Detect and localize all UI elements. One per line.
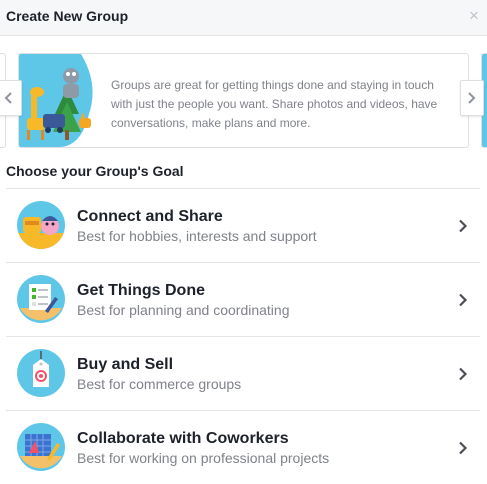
goal-option-buy-and-sell[interactable]: Buy and Sell Best for commerce groups bbox=[6, 336, 480, 410]
goal-description: Best for commerce groups bbox=[77, 376, 242, 392]
carousel-prev-button[interactable] bbox=[0, 80, 22, 116]
chevron-right-icon bbox=[459, 441, 468, 455]
goal-title: Get Things Done bbox=[77, 282, 205, 299]
goal-title: Collaborate with Coworkers bbox=[77, 430, 289, 447]
blueprint-icon bbox=[17, 423, 65, 471]
goal-option-get-things-done[interactable]: Get Things Done Best for planning and co… bbox=[6, 262, 480, 336]
goal-option-connect-and-share[interactable]: Connect and Share Best for hobbies, inte… bbox=[6, 188, 480, 262]
chevron-right-icon bbox=[459, 219, 468, 233]
carousel-next-button[interactable] bbox=[460, 80, 484, 116]
goal-title: Buy and Sell bbox=[77, 356, 174, 373]
close-button[interactable]: × bbox=[467, 7, 481, 25]
intro-carousel: Groups are great for getting things done… bbox=[0, 53, 487, 149]
dialog-header: Create New Group × bbox=[0, 0, 487, 36]
friends-icon bbox=[17, 201, 65, 249]
goal-description: Best for working on professional project… bbox=[77, 450, 330, 466]
chevron-right-icon bbox=[459, 293, 468, 307]
checklist-icon bbox=[17, 275, 65, 323]
chevron-left-icon bbox=[4, 92, 12, 104]
goal-description: Best for planning and coordinating bbox=[77, 302, 290, 318]
goal-list: Connect and Share Best for hobbies, inte… bbox=[6, 188, 480, 484]
goal-section-title: Choose your Group's Goal bbox=[6, 163, 184, 179]
goal-description: Best for hobbies, interests and support bbox=[77, 228, 317, 244]
chevron-right-icon bbox=[459, 367, 468, 381]
goal-title: Connect and Share bbox=[77, 208, 223, 225]
chevron-right-icon bbox=[468, 92, 476, 104]
groups-illustration-icon bbox=[19, 54, 99, 147]
goal-option-collaborate-with-coworkers[interactable]: Collaborate with Coworkers Best for work… bbox=[6, 410, 480, 484]
intro-card: Groups are great for getting things done… bbox=[18, 53, 469, 148]
intro-card-text: Groups are great for getting things done… bbox=[111, 78, 438, 130]
price-tag-icon bbox=[17, 349, 65, 397]
dialog-title: Create New Group bbox=[6, 8, 129, 24]
